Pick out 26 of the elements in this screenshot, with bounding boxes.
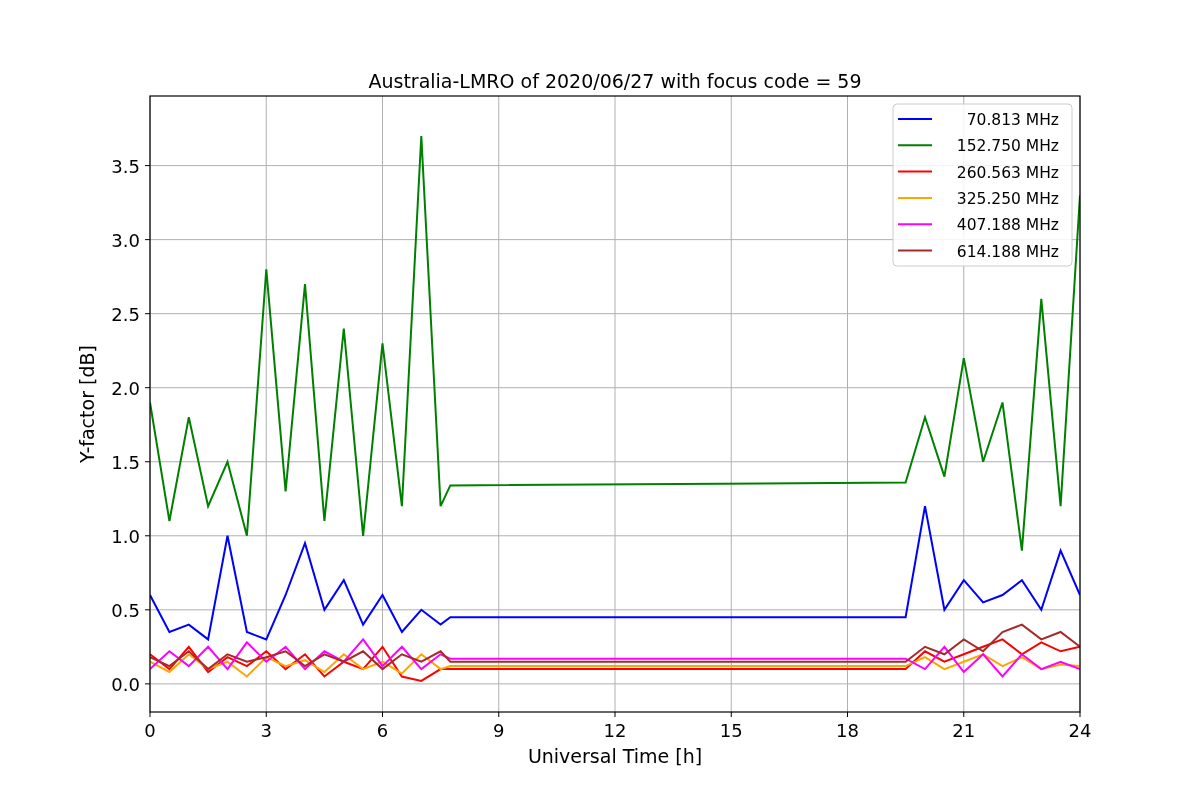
x-tick-label: 6 xyxy=(376,720,389,741)
x-tick-label: 24 xyxy=(1068,720,1092,741)
x-axis-label: Universal Time [h] xyxy=(527,745,703,767)
x-tick-label: 0 xyxy=(144,720,156,741)
x-tick-label: 15 xyxy=(719,720,743,741)
y-tick-label: 3.5 xyxy=(111,155,140,177)
y-tick-label: 1.5 xyxy=(111,451,140,473)
legend-label: 70.813 MHz xyxy=(966,111,1059,129)
y-tick-label: 2.0 xyxy=(111,377,140,399)
x-tick-label: 3 xyxy=(260,720,272,741)
chart-title: Australia-LMRO of 2020/06/27 with focus code = 59 xyxy=(368,70,862,92)
x-tick-label: 21 xyxy=(952,720,976,741)
x-tick-label: 9 xyxy=(493,720,505,741)
y-tick-label: 3.0 xyxy=(111,229,140,251)
legend-label: 614.188 MHz xyxy=(956,242,1059,261)
y-tick-label: 0.5 xyxy=(111,599,140,621)
legend-label: 152.750 MHz xyxy=(956,137,1059,156)
y-tick-label: 1.0 xyxy=(111,525,140,547)
legend-label: 407.188 MHz xyxy=(956,216,1059,235)
y-tick-label: 0.0 xyxy=(111,673,140,695)
legend-label: 325.250 MHz xyxy=(956,189,1059,208)
legend-label: 260.563 MHz xyxy=(956,163,1059,182)
y-tick-label: 2.5 xyxy=(111,303,140,325)
x-tick-label: 12 xyxy=(603,720,627,741)
x-tick-label: 18 xyxy=(836,720,859,741)
y-axis-label: Y-factor [dB] xyxy=(76,345,98,463)
